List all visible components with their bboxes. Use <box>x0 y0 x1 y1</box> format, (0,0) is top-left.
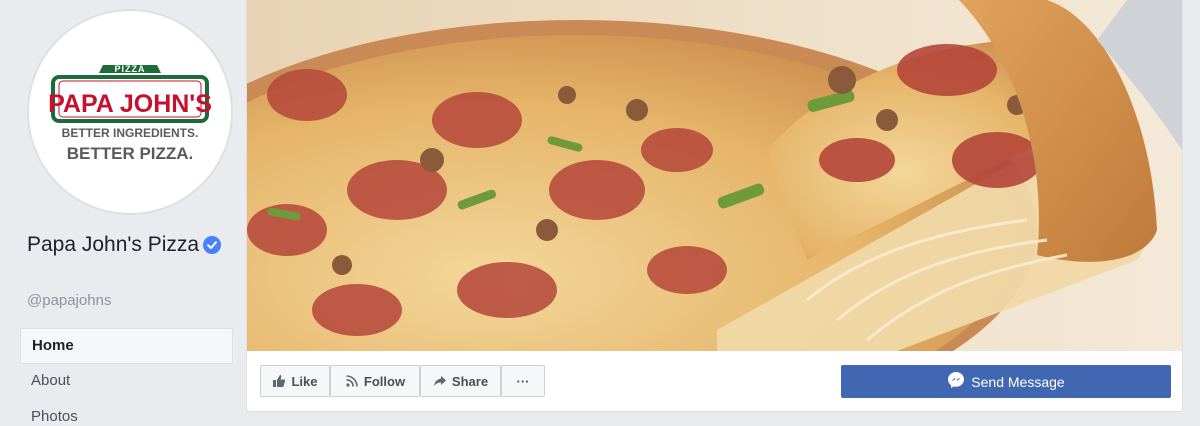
page-title[interactable]: Papa John's Pizza <box>27 231 227 261</box>
share-button[interactable]: Share <box>420 365 501 397</box>
thumbs-up-icon <box>272 374 286 388</box>
logo-tagline-2: BETTER PIZZA. <box>67 144 194 163</box>
verified-badge-icon <box>203 234 222 261</box>
pizza-cover-image <box>247 0 1182 351</box>
share-label: Share <box>451 373 489 389</box>
logo-pizza-text: PIZZA <box>115 64 146 74</box>
share-arrow-icon <box>433 374 447 388</box>
more-dots-icon: ··· <box>516 373 530 389</box>
cover-photo[interactable] <box>247 0 1182 351</box>
page-nav: Home About Photos <box>20 328 233 426</box>
more-options-button[interactable]: ··· <box>501 365 545 397</box>
page-action-bar: Like Follow Share ··· Send Message <box>247 351 1182 411</box>
logo-tagline-1: BETTER INGREDIENTS. <box>62 126 199 140</box>
profile-picture[interactable]: PIZZA PAPA JOHN'S BETTER INGREDIENTS. BE… <box>27 9 233 215</box>
send-message-button[interactable]: Send Message <box>841 365 1171 398</box>
nav-item-photos[interactable]: Photos <box>20 400 233 426</box>
logo-brand-text: PAPA JOHN'S <box>48 90 212 118</box>
messenger-icon <box>947 371 965 392</box>
like-label: Like <box>291 373 318 389</box>
page-handle: @papajohns <box>27 292 112 309</box>
left-sidebar: PIZZA PAPA JOHN'S BETTER INGREDIENTS. BE… <box>0 0 246 426</box>
follow-label: Follow <box>363 373 406 389</box>
rss-icon <box>345 374 359 388</box>
nav-item-about[interactable]: About <box>20 364 233 400</box>
cover-panel: Like Follow Share ··· Send Message <box>246 0 1183 412</box>
like-button[interactable]: Like <box>260 365 330 397</box>
send-message-label: Send Message <box>971 373 1065 390</box>
page-name-text[interactable]: Papa John's Pizza <box>27 233 199 256</box>
follow-button[interactable]: Follow <box>330 365 420 397</box>
papa-johns-logo: PIZZA PAPA JOHN'S BETTER INGREDIENTS. BE… <box>29 11 231 213</box>
nav-item-home[interactable]: Home <box>20 328 233 364</box>
